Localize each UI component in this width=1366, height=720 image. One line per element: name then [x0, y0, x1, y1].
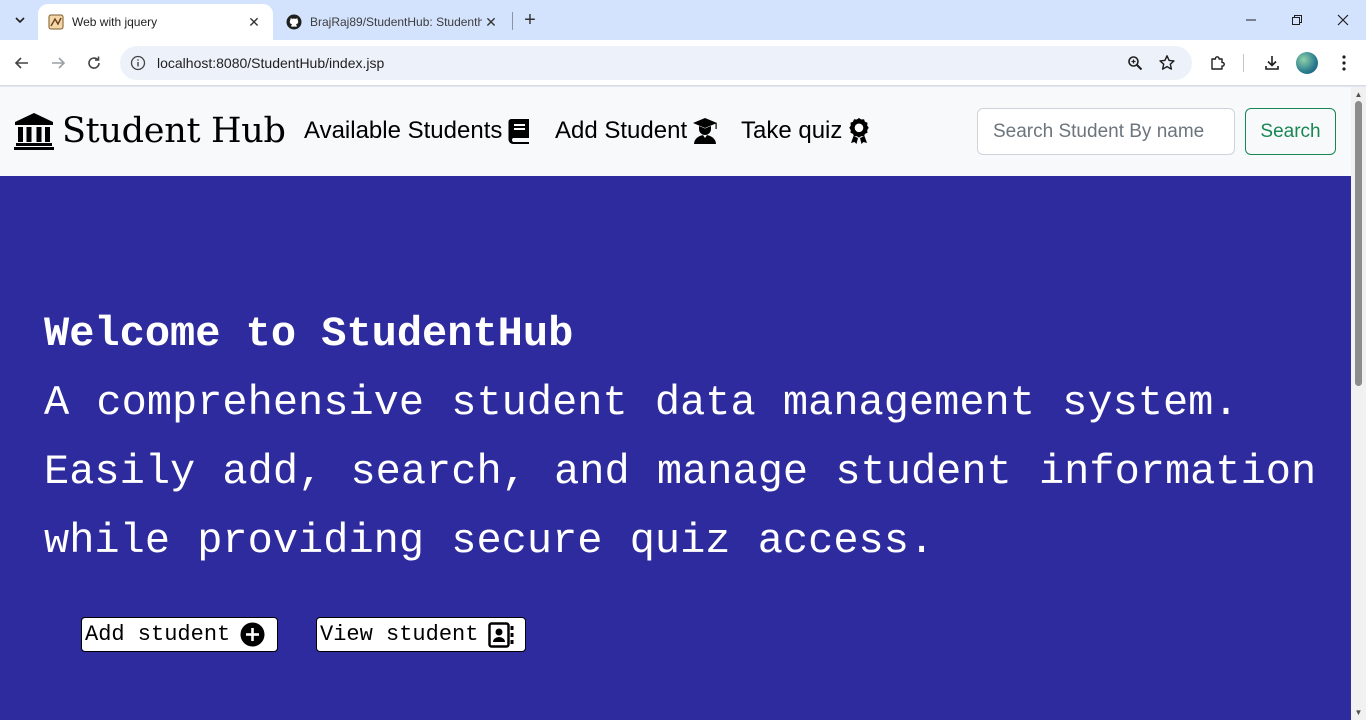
- zoom-icon[interactable]: [1124, 52, 1146, 74]
- button-label: Add student: [85, 622, 231, 647]
- add-student-button[interactable]: Add student: [81, 617, 278, 652]
- back-button[interactable]: [8, 49, 36, 77]
- button-label: View student: [320, 622, 479, 647]
- browser-toolbar: localhost:8080/StudentHub/index.jsp: [0, 40, 1366, 86]
- tab-title: BrajRaj89/StudentHub: Studenth: [310, 15, 482, 29]
- nav-link-label: Available Students: [304, 117, 503, 144]
- contact-book-icon: [488, 621, 514, 648]
- brand-link[interactable]: Student Hub: [14, 109, 286, 153]
- view-student-button[interactable]: View student: [316, 617, 526, 652]
- tab-title: Web with jquery: [72, 15, 158, 29]
- site-info-icon[interactable]: [128, 53, 148, 73]
- page-scrollbar[interactable]: ▲ ▼: [1351, 87, 1366, 720]
- download-icon: [1265, 56, 1279, 70]
- close-icon[interactable]: ✕: [245, 13, 263, 31]
- scrollbar-thumb[interactable]: [1355, 101, 1362, 386]
- minimize-icon: [1246, 19, 1256, 21]
- nav-add-student[interactable]: Add Student: [555, 117, 718, 145]
- address-url: localhost:8080/StudentHub/index.jsp: [157, 55, 385, 71]
- nav-available-students[interactable]: Available Students: [304, 117, 531, 145]
- nav-link-label: Take quiz: [741, 117, 843, 144]
- graduate-icon: [693, 118, 718, 144]
- address-bar[interactable]: localhost:8080/StudentHub/index.jsp: [120, 46, 1192, 80]
- nav-take-quiz[interactable]: Take quiz: [741, 117, 870, 145]
- book-icon: [508, 119, 530, 144]
- bookmark-star-icon[interactable]: [1156, 52, 1178, 74]
- award-icon: [849, 118, 870, 144]
- brand-title: Student Hub: [62, 111, 286, 151]
- browser-tab-active[interactable]: Web with jquery ✕: [38, 4, 273, 40]
- tab-search-button[interactable]: [6, 8, 34, 32]
- puzzle-icon: [1211, 56, 1225, 70]
- forward-button[interactable]: [44, 49, 72, 77]
- navbar: Student Hub Available Students Add Stude…: [0, 87, 1351, 176]
- restore-icon: [1292, 15, 1302, 25]
- hero-title: Welcome to StudentHub: [44, 310, 574, 358]
- scroll-up-arrow-icon[interactable]: ▲: [1354, 90, 1363, 99]
- downloads-button[interactable]: [1258, 49, 1286, 77]
- hero-section: Welcome to StudentHub A comprehensive st…: [0, 176, 1351, 720]
- tab-separator: [512, 12, 513, 30]
- bank-building-icon: [14, 113, 54, 150]
- browser-tab-inactive[interactable]: BrajRaj89/StudentHub: Studenth ✕: [276, 4, 510, 40]
- browser-menu-button[interactable]: [1330, 49, 1358, 77]
- reload-icon: [88, 56, 100, 69]
- toolbar-separator: [1243, 54, 1244, 72]
- profile-avatar[interactable]: [1296, 52, 1318, 74]
- window-close-button[interactable]: [1320, 0, 1366, 40]
- search-input[interactable]: [977, 108, 1235, 155]
- minimize-button[interactable]: [1228, 0, 1274, 40]
- close-icon: [1337, 14, 1349, 26]
- close-icon[interactable]: ✕: [482, 13, 500, 31]
- kebab-menu-icon: [1342, 55, 1346, 71]
- plus-circle-icon: [240, 622, 265, 647]
- hero-description: A comprehensive student data management …: [44, 379, 1317, 565]
- chevron-down-icon: [15, 17, 25, 24]
- reload-button[interactable]: [80, 49, 108, 77]
- arrow-left-icon: [14, 57, 28, 69]
- github-icon: [286, 14, 302, 30]
- browser-tab-strip: Web with jquery ✕ BrajRaj89/StudentHub: …: [0, 0, 1366, 40]
- new-tab-button[interactable]: +: [518, 8, 542, 32]
- restore-button[interactable]: [1274, 0, 1320, 40]
- scroll-down-arrow-icon[interactable]: ▼: [1354, 708, 1363, 717]
- page-viewport: Student Hub Available Students Add Stude…: [0, 87, 1366, 720]
- search-button[interactable]: Search: [1245, 108, 1336, 155]
- arrow-right-icon: [52, 57, 66, 69]
- extensions-button[interactable]: [1204, 49, 1232, 77]
- nav-link-label: Add Student: [555, 117, 688, 144]
- jquery-favicon-icon: [48, 14, 64, 30]
